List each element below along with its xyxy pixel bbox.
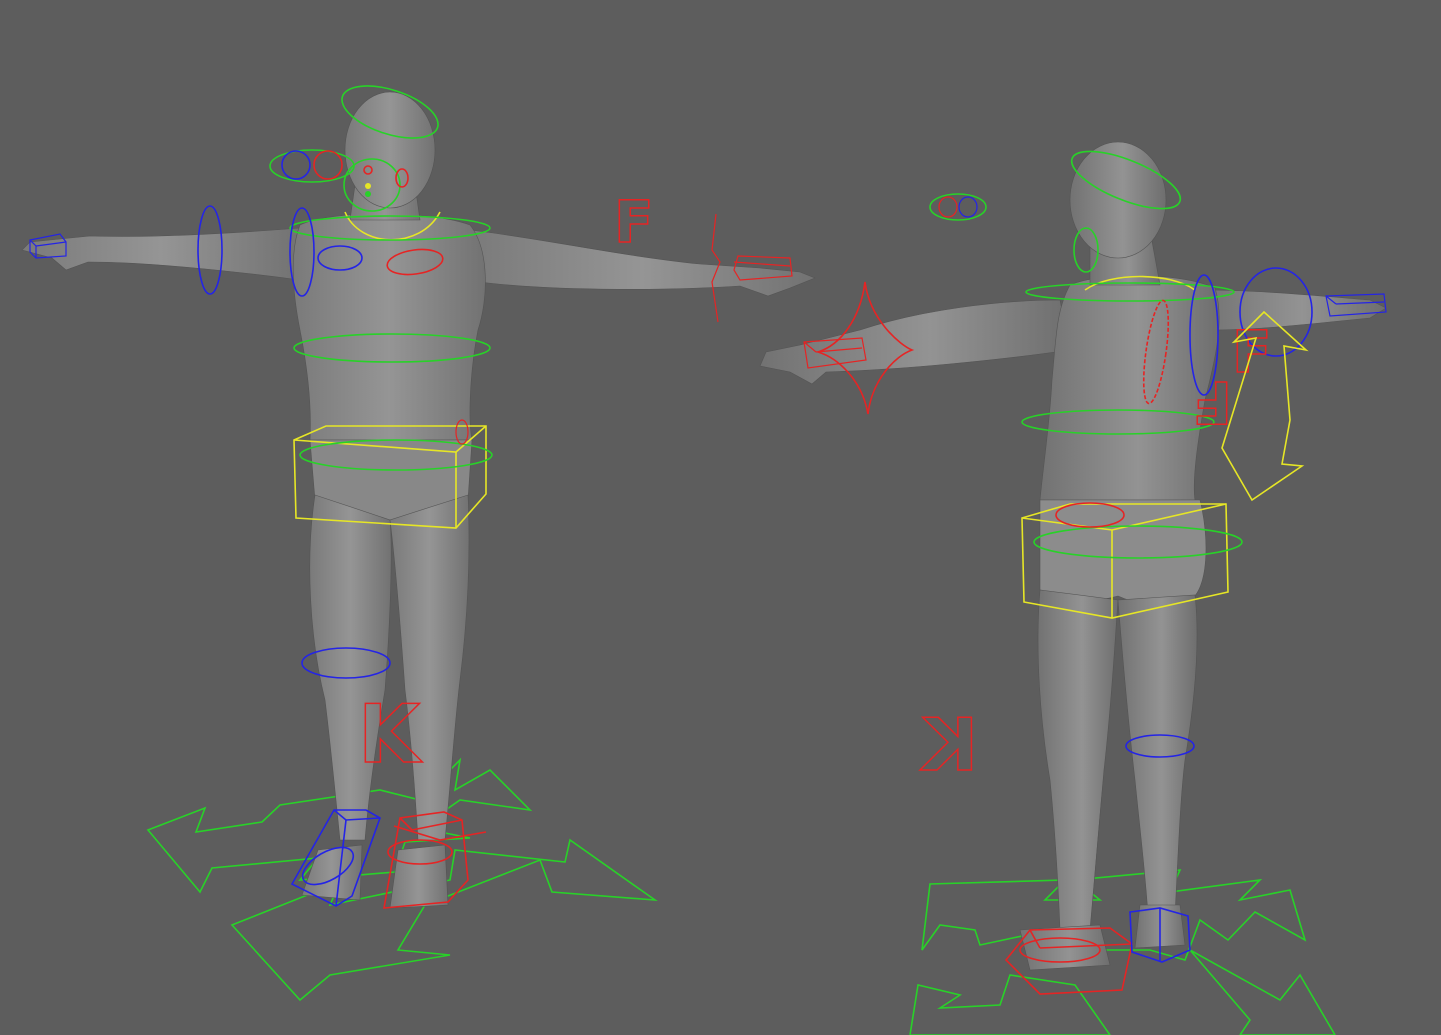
front-eye-right-circle-control-icon[interactable] [313,150,343,180]
front-lip-upper-control[interactable] [365,183,371,189]
back-fk-ik-switch-mirror-glyph: F [1192,368,1232,436]
front-fk-ik-switch-glyph[interactable]: F [613,187,654,257]
back-eye-right-circle-control-icon[interactable] [958,196,978,218]
viewport-canvas[interactable]: F K F F K [0,0,1441,1035]
back-main-move-arrows-icon[interactable] [909,869,1336,1035]
front-lip-lower-control[interactable] [365,191,371,197]
back-body-mesh [759,141,1387,971]
front-character[interactable]: F K [21,76,816,1002]
front-eye-left-circle-control-icon[interactable] [281,150,311,180]
back-eye-left-circle-control-icon[interactable] [938,196,958,218]
3d-viewport[interactable]: F K F F K [0,0,1441,1035]
back-knee-glyph[interactable]: K [919,702,979,788]
front-knee-glyph[interactable]: K [357,687,424,782]
front-body-mesh [21,91,816,909]
back-character[interactable]: F F K [759,140,1387,1035]
